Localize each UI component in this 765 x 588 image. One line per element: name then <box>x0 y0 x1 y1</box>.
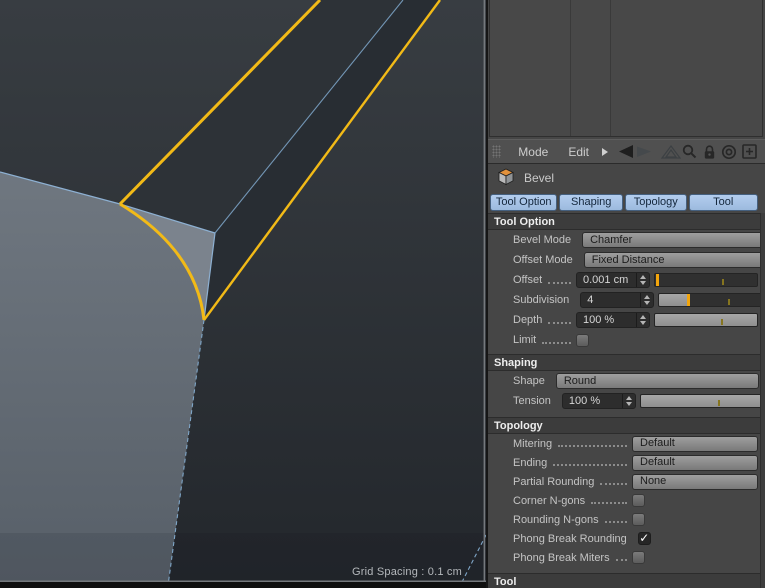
param-row-limit: Limit <box>488 330 765 350</box>
param-row-corner-ngons: Corner N-gons <box>488 491 765 510</box>
subdivision-spinner[interactable] <box>640 293 653 307</box>
lock-icon[interactable] <box>703 144 716 160</box>
param-row-tension: Tension 100 % <box>488 391 765 411</box>
offset-mode-dropdown[interactable]: Fixed Distance <box>583 252 765 268</box>
attribute-tabs: Tool Option Shaping Topology Tool <box>488 191 758 213</box>
param-row-offset-mode: Offset Mode Fixed Distance <box>488 250 765 270</box>
offset-field[interactable]: 0.001 cm <box>576 272 650 288</box>
partial-rounding-dropdown[interactable]: None <box>632 473 758 490</box>
column-divider <box>610 0 611 136</box>
param-row-phong-break-rounding: Phong Break Rounding ✓ <box>513 531 651 545</box>
depth-field[interactable]: 100 % <box>576 312 650 328</box>
focus-target-icon[interactable] <box>721 144 737 160</box>
tension-spinner[interactable] <box>621 394 635 408</box>
param-row-phong-break-miters: Phong Break Miters <box>488 548 765 567</box>
bevel-mode-dropdown[interactable]: Chamfer <box>582 232 765 248</box>
cinema4d-window: Grid Spacing : 0.1 cm Mode Edit Bevel To… <box>0 0 765 588</box>
param-row-bevel-mode: Bevel Mode Chamfer <box>488 230 765 250</box>
param-row-ending: Ending Default <box>488 453 765 472</box>
shape-dropdown[interactable]: Round <box>555 373 759 389</box>
expand-arrow-icon[interactable] <box>601 147 609 157</box>
param-row-subdivision: Subdivision 4 <box>488 290 765 310</box>
phong-break-miters-checkbox[interactable] <box>632 551 645 564</box>
upper-empty-panel <box>489 0 763 137</box>
column-divider <box>570 0 571 136</box>
history-forward-icon <box>637 146 651 157</box>
tab-tool[interactable]: Tool <box>688 193 758 211</box>
param-row-offset: Offset 0.001 cm <box>488 270 765 290</box>
section-header-tool[interactable]: Tool <box>488 573 765 588</box>
depth-slider[interactable] <box>654 313 758 327</box>
object-title-row: Bevel <box>488 165 765 191</box>
tension-slider[interactable] <box>639 394 765 408</box>
mitering-dropdown[interactable]: Default <box>632 435 758 452</box>
section-header-shaping[interactable]: Shaping <box>488 354 765 371</box>
tab-tool-option[interactable]: Tool Option <box>490 193 558 211</box>
section-header-topology[interactable]: Topology <box>488 417 765 434</box>
subdivision-field[interactable]: 4 <box>580 292 655 308</box>
tab-shaping[interactable]: Shaping <box>559 193 623 211</box>
panel-grip-icon[interactable] <box>492 145 502 158</box>
tension-field[interactable]: 100 % <box>561 393 636 409</box>
phong-break-rounding-checkbox[interactable]: ✓ <box>637 532 651 545</box>
limit-checkbox[interactable] <box>576 333 589 347</box>
tab-topology[interactable]: Topology <box>625 193 687 211</box>
navigate-up-icon[interactable] <box>660 144 682 160</box>
edit-menu[interactable]: Edit <box>568 145 589 159</box>
subdivision-slider[interactable] <box>658 293 763 307</box>
viewport-3d[interactable]: Grid Spacing : 0.1 cm <box>0 0 486 588</box>
section-header-tool-option[interactable]: Tool Option <box>488 213 765 230</box>
group-topology: Mitering Default Ending Default Partial … <box>488 434 765 567</box>
attribute-manager-toolbar: Mode Edit <box>488 139 765 164</box>
ending-dropdown[interactable]: Default <box>632 454 758 471</box>
attribute-content: Tool Option Bevel Mode Chamfer Offset Mo… <box>488 213 765 588</box>
param-row-mitering: Mitering Default <box>488 434 765 453</box>
scrollbar-track[interactable] <box>760 213 765 588</box>
group-tool-option: Bevel Mode Chamfer Offset Mode Fixed Dis… <box>488 230 765 350</box>
attribute-manager-panel: Mode Edit Bevel Tool Option Shaping Topo… <box>488 0 765 588</box>
offset-slider[interactable] <box>654 273 758 287</box>
viewport-frame-right <box>483 0 486 582</box>
corner-ngons-checkbox[interactable] <box>632 494 645 507</box>
viewport-canvas[interactable] <box>0 0 486 588</box>
param-row-partial-rounding: Partial Rounding None <box>488 472 765 491</box>
object-title: Bevel <box>524 171 555 185</box>
grid-spacing-label: Grid Spacing : 0.1 cm <box>352 566 462 578</box>
param-row-shape: Shape Round <box>488 371 765 391</box>
param-row-depth: Depth 100 % <box>488 310 765 330</box>
param-row-rounding-ngons: Rounding N-gons <box>488 510 765 529</box>
add-panel-icon[interactable] <box>742 144 757 159</box>
depth-spinner[interactable] <box>636 313 649 327</box>
history-back-icon[interactable] <box>618 144 654 159</box>
rounding-ngons-checkbox[interactable] <box>632 513 645 526</box>
bevel-cube-icon <box>496 167 516 190</box>
offset-spinner[interactable] <box>636 273 649 287</box>
mode-menu[interactable]: Mode <box>518 145 548 159</box>
search-icon[interactable] <box>682 144 697 159</box>
viewport-frame-bottom <box>0 580 486 582</box>
group-shaping: Shape Round Tension 100 % <box>488 371 765 411</box>
window-edge <box>0 582 486 588</box>
